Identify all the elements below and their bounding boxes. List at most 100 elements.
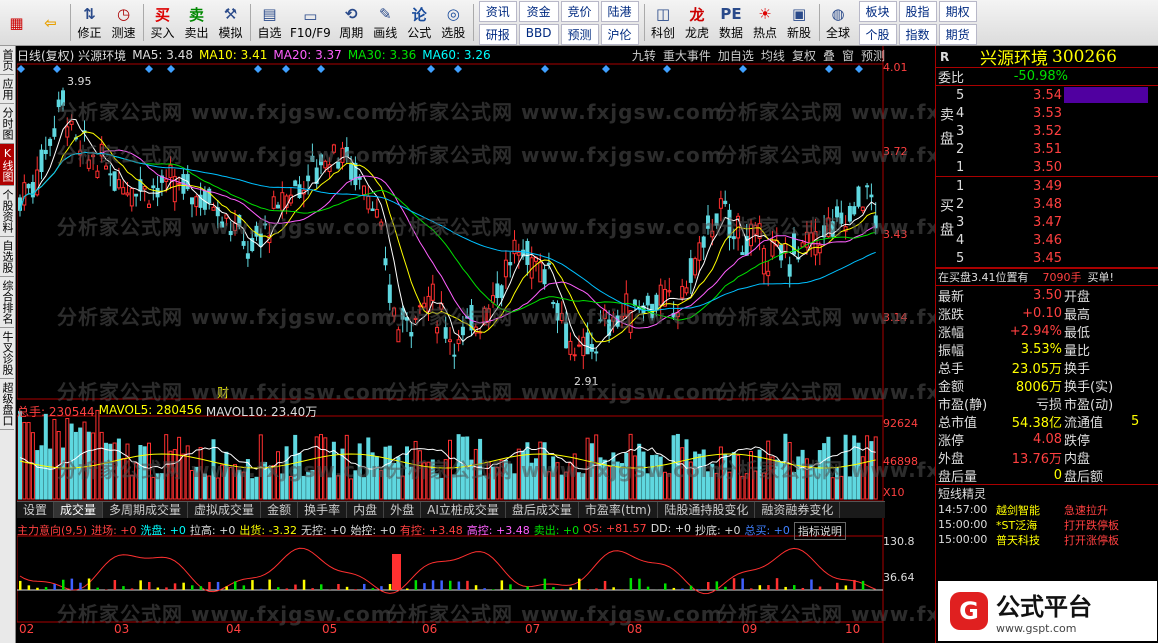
toolbar.buttons-updown-button[interactable]: ⇅ 修正	[73, 0, 107, 45]
toolbar.buttons2-longhu-button[interactable]: 龙龙虎	[681, 0, 715, 45]
indicator-help-button[interactable]: 指标说明	[793, 522, 846, 540]
grid-button[interactable]: 预测	[560, 23, 599, 45]
asks-row[interactable]: 1 3.50	[956, 158, 1158, 176]
indicator-tab[interactable]: 金额	[261, 502, 299, 518]
chart-button[interactable]: 预测	[861, 47, 885, 64]
level-number: 4	[956, 232, 965, 248]
indicator-bar	[173, 583, 177, 590]
bids-row[interactable]: 3 3.47	[956, 213, 1158, 231]
left-tab[interactable]: 自选股	[0, 237, 14, 277]
toolbar.buttons-pick-button[interactable]: ◎ 选股	[437, 0, 471, 45]
kline-chart-area[interactable]: 日线(复权) 兴源环境 MA5: 3.48 MA10: 3.41 MA20: 3…	[17, 46, 1052, 643]
indicator-tab[interactable]: 设置	[17, 502, 55, 518]
event-diamond	[282, 65, 290, 73]
grid-button[interactable]: 研报	[478, 23, 517, 45]
indicator-tab[interactable]: AI立桩成交量	[421, 502, 506, 518]
chart-button[interactable]: 复权	[792, 47, 816, 64]
chart-button[interactable]: 加自选	[718, 47, 754, 64]
jingling-list[interactable]: 14:57:00 越剑智能 急速拉升 15:00:00 *ST泛海 打开跌停板 15:00:…	[936, 502, 1158, 547]
indicator-tab[interactable]: 虚拟成交量	[188, 502, 262, 518]
jingling-item[interactable]: 15:00:00 *ST泛海 打开跌停板	[936, 517, 1158, 532]
toolbar.buttons-sell-button[interactable]: 卖卖出	[180, 0, 214, 45]
candle-body	[306, 175, 311, 182]
indicator-bar	[689, 585, 693, 590]
stat-label: 外盘	[938, 451, 965, 467]
candle-body	[293, 180, 298, 187]
indicator-tab[interactable]: 换手率	[298, 502, 348, 518]
bids-row[interactable]: 4 3.46	[956, 231, 1158, 249]
grid-button[interactable]: 指数	[898, 23, 937, 45]
toolbar.buttons2-kechuang-button[interactable]: ◫ 科创	[647, 0, 681, 45]
asks-row[interactable]: 5 3.54	[956, 86, 1158, 104]
toolbar.buttons2-globe-button[interactable]: ◍ 全球	[822, 0, 856, 45]
toolbar.buttons2-hot-button[interactable]: ☀ 热点	[749, 0, 783, 45]
indicator-tab[interactable]: 盘后成交量	[506, 502, 579, 518]
left-tab[interactable]: 分时图	[0, 104, 14, 144]
toolbar.buttons-buy-button[interactable]: 买买入	[146, 0, 180, 45]
left-tab[interactable]: 超级盘口	[0, 379, 14, 430]
asks-row[interactable]: 3 3.52	[956, 122, 1158, 140]
left-tab[interactable]: 牛叉诊股	[0, 328, 14, 379]
bids-book: 买盘 1 3.49 2 3.48 3 3.47 4 3.46 5 3.45	[936, 177, 1158, 268]
bids-row[interactable]: 1 3.49	[956, 177, 1158, 195]
grid-button[interactable]: 期权	[938, 0, 977, 22]
stat-row: 涨停 4.08 跌停	[936, 430, 1158, 449]
chart-button[interactable]: 重大事件	[663, 47, 711, 64]
home-icon: ▦	[9, 13, 24, 32]
indicator-tab[interactable]: 成交量	[54, 502, 104, 518]
toolbar-button-label: 模拟	[218, 26, 243, 40]
chart-button[interactable]: 叠	[823, 47, 835, 64]
toolbar-button-label: 修正	[77, 26, 102, 40]
toolbar.buttons-back-arrow-button[interactable]: ⇦	[34, 0, 68, 45]
indicator-tab[interactable]: 融资融券变化	[755, 502, 841, 518]
toolbar.buttons-home-button[interactable]: ▦	[0, 0, 34, 45]
toolbar.buttons-period-button[interactable]: ⟲ 周期	[335, 0, 369, 45]
indicator-bar	[208, 581, 211, 590]
toolbar.buttons-gongfa-button[interactable]: 论公式	[403, 0, 437, 45]
chart-button[interactable]: 九转	[632, 47, 656, 64]
left-tab[interactable]: 首页	[0, 46, 14, 75]
indicator-tab[interactable]: 外盘	[384, 502, 422, 518]
toolbar.buttons-pencil-button[interactable]: ✎ 画线	[369, 0, 403, 45]
grid-button[interactable]: 股指	[898, 0, 937, 22]
bids-row[interactable]: 2 3.48	[956, 195, 1158, 213]
left-tab[interactable]: K线图	[0, 144, 14, 186]
chart-button[interactable]: 均线	[761, 47, 785, 64]
indicator-value: 始控: +0	[350, 524, 396, 537]
grid-button[interactable]: 竞价	[560, 0, 599, 22]
toolbar.buttons-self-select-button[interactable]: ▤ 自选	[253, 0, 287, 45]
stat-label-right: 盘后额	[1064, 469, 1104, 485]
indicator-tab[interactable]: 市盈率(ttm)	[579, 502, 659, 518]
grid-button[interactable]: 陆港	[600, 0, 639, 22]
indicator-tab[interactable]: 内盘	[347, 502, 385, 518]
stat-label-right: 流通值	[1064, 415, 1104, 431]
bids-row[interactable]: 5 3.45	[956, 249, 1158, 267]
asks-row[interactable]: 2 3.51	[956, 140, 1158, 158]
grid-button[interactable]: 资讯	[478, 0, 517, 22]
indicator-tab[interactable]: 陆股通持股变化	[658, 502, 756, 518]
left-tab[interactable]: 应用	[0, 75, 14, 104]
jingling-item[interactable]: 14:57:00 越剑智能 急速拉升	[936, 502, 1158, 517]
indicator-tab[interactable]: 多周期成交量	[103, 502, 189, 518]
grid-button[interactable]: 板块	[858, 0, 897, 22]
left-tab[interactable]: 综合排名	[0, 277, 14, 328]
candle-body	[297, 184, 302, 198]
toolbar.buttons2-data-button[interactable]: PE 数据	[715, 0, 749, 45]
chart-button[interactable]: 窗	[842, 47, 854, 64]
event-diamond	[317, 65, 325, 73]
grid-button[interactable]: 个股	[858, 23, 897, 45]
indicator-bar	[380, 586, 383, 590]
toolbar.buttons-f10-button[interactable]: ▭ F10/F9	[287, 0, 335, 45]
grid-button[interactable]: 资金	[518, 0, 559, 22]
candle-body	[766, 270, 771, 277]
chart-svg	[17, 46, 884, 643]
jingling-item[interactable]: 15:00:00 普天科技 打开涨停板	[936, 532, 1158, 547]
grid-button[interactable]: BBD	[518, 23, 559, 45]
toolbar.buttons2-new-button[interactable]: ▣ 新股	[783, 0, 817, 45]
grid-button[interactable]: 期货	[938, 23, 977, 45]
asks-row[interactable]: 4 3.53	[956, 104, 1158, 122]
toolbar.buttons-clock-button[interactable]: ◷ 测速	[107, 0, 141, 45]
toolbar.buttons-hammer-button[interactable]: ⚒ 模拟	[214, 0, 248, 45]
left-tab[interactable]: 个股资料	[0, 186, 14, 237]
grid-button[interactable]: 沪伦	[600, 23, 639, 45]
